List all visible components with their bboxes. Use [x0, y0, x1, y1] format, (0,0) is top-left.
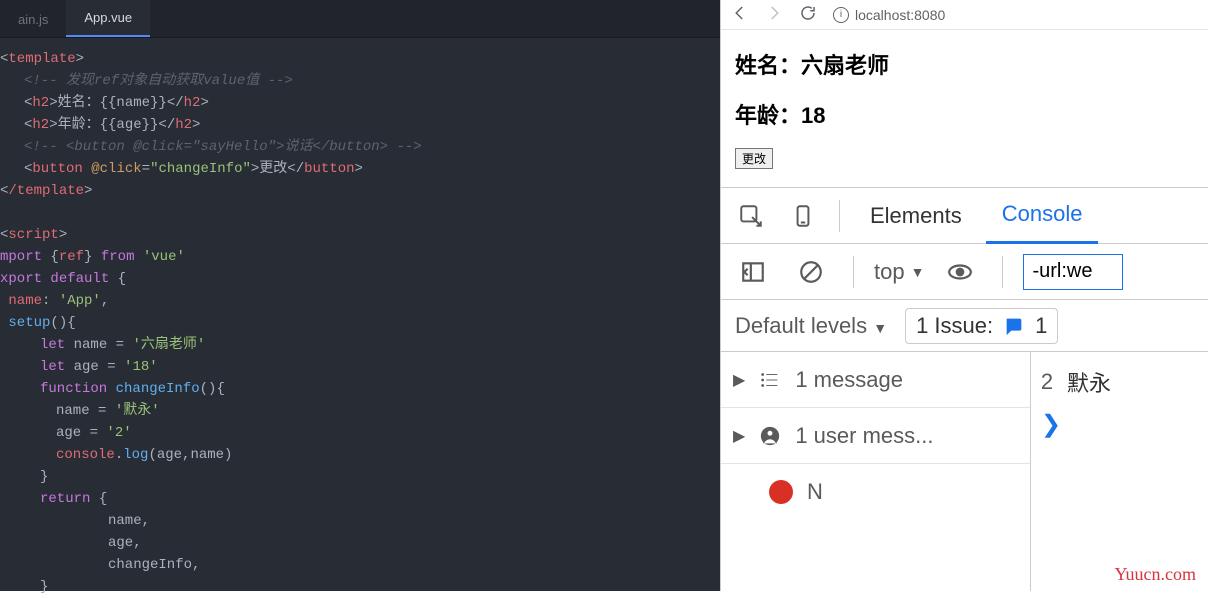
tag-button: button: [32, 161, 82, 177]
ret-name: name,: [108, 513, 150, 529]
change-button[interactable]: 更改: [735, 148, 773, 169]
sidebar-user-row[interactable]: ▶ 1 user mess...: [721, 408, 1030, 464]
brace-close-2: }: [40, 579, 48, 595]
tag-script-open: script: [8, 227, 58, 243]
kw-function: function: [40, 381, 107, 397]
fn-changeinfo: changeInfo: [107, 381, 199, 397]
list-icon: [759, 369, 781, 391]
str-assign-name: '默永': [115, 403, 160, 419]
id-console: console: [56, 447, 115, 463]
context-selector[interactable]: top ▼: [874, 259, 924, 285]
tab-console[interactable]: Console: [986, 187, 1099, 244]
url-text[interactable]: localhost:8080: [855, 7, 945, 23]
page-name-heading: 姓名：六扇老师: [735, 48, 1194, 80]
console-filter-input[interactable]: [1023, 254, 1123, 290]
browser-panel: i localhost:8080 姓名：六扇老师 年龄：18 更改 Elemen…: [720, 0, 1208, 591]
expand-icon: ▶: [733, 370, 745, 390]
tab-app-vue[interactable]: App.vue: [66, 0, 150, 37]
attr-click-val: "changeInfo": [150, 161, 251, 177]
kw-return: return: [40, 491, 90, 507]
tag-h2-age-close: h2: [175, 117, 192, 133]
code-comment-2: <!-- <button @click="sayHello">说话</butto…: [24, 139, 422, 155]
console-output[interactable]: 2 默永 ❯ Yuucn.com: [1031, 352, 1208, 591]
site-info-icon[interactable]: i: [833, 7, 849, 23]
forward-icon[interactable]: [765, 4, 783, 26]
expand-icon: ▶: [733, 426, 745, 446]
browser-address-bar: i localhost:8080: [721, 0, 1208, 30]
button-inner: 更改: [259, 161, 287, 177]
sidebar-errors-row[interactable]: N: [721, 464, 1030, 520]
kw-from: from: [101, 249, 135, 265]
id-ref: ref: [59, 249, 84, 265]
tag-template-close: /template: [8, 183, 84, 199]
page-age-heading: 年龄：18: [735, 98, 1194, 130]
clear-console-icon[interactable]: [789, 252, 833, 292]
tag-h2-name-open: h2: [32, 95, 49, 111]
rendered-page: 姓名：六扇老师 年龄：18 更改: [721, 30, 1208, 187]
brace-close-1: }: [40, 469, 48, 485]
editor-tabbar: ain.js App.vue: [0, 0, 720, 38]
code-area[interactable]: <template> <!-- 发现ref对象自动获取value值 --> <h…: [0, 38, 720, 598]
error-icon: [769, 480, 793, 504]
str-app: 'App': [59, 293, 101, 309]
inspect-element-icon[interactable]: [729, 196, 773, 236]
tab-elements[interactable]: Elements: [854, 189, 978, 243]
console-prompt-icon[interactable]: ❯: [1041, 402, 1198, 439]
issues-badge[interactable]: 1 Issue: 1: [905, 308, 1058, 344]
kw-export: xport: [0, 271, 42, 287]
code-comment-1: <!-- 发现ref对象自动获取value值 -->: [24, 73, 293, 89]
sidebar-messages-label: 1 message: [795, 367, 903, 393]
log-text: 默永: [1067, 366, 1111, 398]
str-vue: 'vue': [134, 249, 184, 265]
sidebar-user-label: 1 user mess...: [795, 423, 933, 449]
issues-icon: [1003, 315, 1025, 337]
log-repeat-count: 2: [1041, 369, 1053, 395]
reload-icon[interactable]: [799, 4, 817, 26]
devtools: Elements Console top ▼ Default levels ▼ …: [721, 187, 1208, 591]
tag-template-open: template: [8, 51, 75, 67]
kw-let-2: let: [40, 359, 65, 375]
device-toggle-icon[interactable]: [781, 196, 825, 236]
h2-age-text: >年龄：{{age}}</: [49, 117, 175, 133]
live-expression-icon[interactable]: [938, 252, 982, 292]
console-body: ▶ 1 message ▶ 1 user mess... N 2: [721, 352, 1208, 591]
kw-import: mport: [0, 249, 42, 265]
ret-age: age,: [108, 535, 142, 551]
devtools-tabbar: Elements Console: [721, 188, 1208, 244]
tag-h2-name-close: h2: [184, 95, 201, 111]
fn-log: log: [123, 447, 148, 463]
console-toolbar: top ▼: [721, 244, 1208, 300]
kw-let-1: let: [40, 337, 65, 353]
fn-setup: setup: [8, 315, 50, 331]
sidebar-n-label: N: [807, 479, 823, 505]
kw-default: default: [42, 271, 109, 287]
str-assign-age: '2': [106, 425, 131, 441]
log-levels-selector[interactable]: Default levels ▼: [735, 313, 887, 339]
key-name: name: [8, 293, 42, 309]
ret-changeinfo: changeInfo,: [108, 557, 200, 573]
tag-h2-age-open: h2: [32, 117, 49, 133]
back-icon[interactable]: [731, 4, 749, 26]
str-age-val: '18': [124, 359, 158, 375]
watermark: Yuucn.com: [1115, 564, 1196, 585]
user-icon: [759, 425, 781, 447]
tab-main-js[interactable]: ain.js: [0, 2, 66, 37]
console-levels-row: Default levels ▼ 1 Issue: 1: [721, 300, 1208, 352]
code-editor: ain.js App.vue <template> <!-- 发现ref对象自动…: [0, 0, 720, 591]
sidebar-messages-row[interactable]: ▶ 1 message: [721, 352, 1030, 408]
sidebar-toggle-icon[interactable]: [731, 252, 775, 292]
attr-click: @click: [91, 161, 141, 177]
str-name-val: '六扇老师': [132, 337, 205, 353]
h2-name-text: >姓名：{{name}}</: [49, 95, 183, 111]
console-sidebar: ▶ 1 message ▶ 1 user mess... N: [721, 352, 1031, 591]
console-log-line: 2 默永: [1041, 362, 1198, 402]
